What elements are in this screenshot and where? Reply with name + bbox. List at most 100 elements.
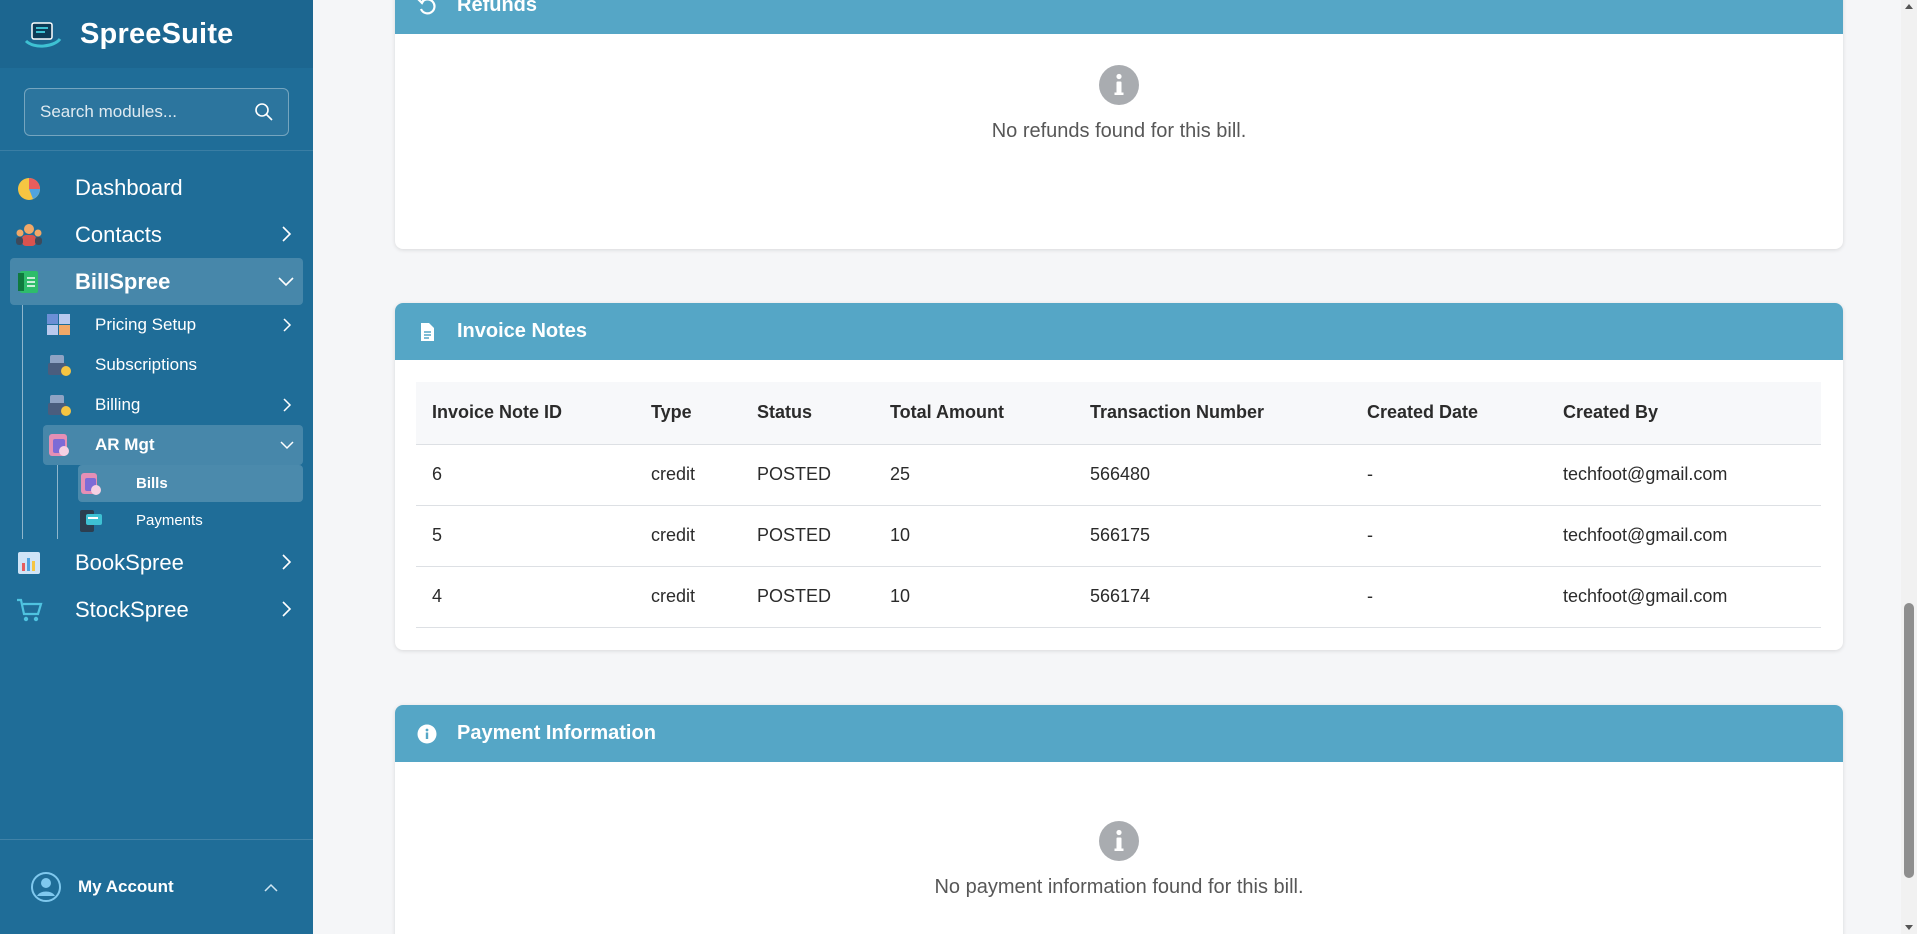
account-label: My Account (78, 877, 174, 896)
chevron-right-icon[interactable] (279, 317, 295, 333)
bookkeeping-icon (14, 548, 44, 578)
pie-chart-icon (14, 173, 44, 203)
info-icon (1099, 65, 1139, 105)
nav-item-contacts[interactable]: Contacts (10, 211, 303, 258)
column-header[interactable]: Type (635, 382, 741, 445)
nav-item-dashboard[interactable]: Dashboard (10, 164, 303, 211)
invoice-notes-card: Invoice Notes Invoice Note ID Type Statu… (395, 303, 1843, 650)
shopping-cart-icon (14, 595, 44, 625)
nav-label: StockSpree (75, 596, 189, 622)
brand[interactable]: SpreeSuite (0, 0, 313, 68)
user-avatar-icon (31, 872, 61, 902)
cell-total-amount: 10 (874, 566, 1074, 628)
nav-item-stockspree[interactable]: StockSpree (10, 586, 303, 633)
table-row[interactable]: 4 credit POSTED 10 566174 - techfoot@gma… (416, 566, 1821, 628)
chevron-right-icon[interactable] (277, 225, 295, 243)
ar-mgt-submenu: Bills Payments (57, 465, 313, 539)
search-input[interactable] (25, 89, 288, 135)
cell-created-date: - (1351, 444, 1547, 506)
payment-information-empty-message: No payment information found for this bi… (934, 876, 1304, 898)
billing-icon (48, 395, 71, 416)
cell-transaction-number: 566174 (1074, 566, 1351, 628)
refunds-empty-state: No refunds found for this bill. (395, 34, 1843, 143)
nav-item-billspree[interactable]: BillSpree (10, 258, 303, 305)
invoice-notes-table: Invoice Note ID Type Status Total Amount… (416, 382, 1821, 628)
cell-created-date: - (1351, 566, 1547, 628)
my-account[interactable]: My Account (0, 839, 313, 934)
invoice-notes-header: Invoice Notes (395, 303, 1843, 360)
refunds-empty-message: No refunds found for this bill. (991, 120, 1247, 142)
column-header[interactable]: Created By (1547, 382, 1821, 445)
people-icon (14, 220, 44, 250)
invoice-notes-title: Invoice Notes (457, 320, 588, 342)
scrollbar-thumb[interactable] (1904, 603, 1914, 878)
cell-created-date: - (1351, 505, 1547, 567)
search-icon[interactable] (254, 102, 274, 122)
refund-icon (417, 0, 436, 14)
scroll-up-arrow-icon[interactable] (1905, 4, 1913, 9)
nav-label: Contacts (75, 221, 162, 247)
cell-status: POSTED (741, 444, 874, 506)
nav-label: BillSpree (75, 268, 171, 294)
nav-item-billing[interactable]: Billing (43, 385, 303, 425)
cell-status: POSTED (741, 566, 874, 628)
spreadsheet-icon (14, 267, 44, 297)
main-nav: Dashboard Contacts BillSpree Pricing Set… (0, 164, 313, 633)
payments-icon (80, 509, 102, 532)
table-row[interactable]: 5 credit POSTED 10 566175 - techfoot@gma… (416, 505, 1821, 567)
nav-item-bookspree[interactable]: BookSpree (10, 539, 303, 586)
cell-invoice-note-id: 5 (416, 505, 635, 567)
cell-total-amount: 25 (874, 444, 1074, 506)
page-scrollbar[interactable] (1901, 0, 1917, 934)
spreesuite-logo-icon (24, 22, 62, 48)
nav-label: Pricing Setup (95, 315, 197, 334)
chevron-right-icon[interactable] (279, 397, 295, 413)
info-icon (1099, 821, 1139, 861)
refunds-card: Refunds No refunds found for this bill. (395, 0, 1843, 249)
cell-type: credit (635, 505, 741, 567)
column-header[interactable]: Invoice Note ID (416, 382, 635, 445)
table-row[interactable]: 6 credit POSTED 25 566480 - techfoot@gma… (416, 444, 1821, 506)
nav-item-ar-mgt[interactable]: AR Mgt (43, 425, 303, 465)
column-header[interactable]: Created Date (1351, 382, 1547, 445)
payment-information-header: Payment Information (395, 705, 1843, 762)
nav-label: AR Mgt (95, 435, 155, 454)
pricing-grid-icon (47, 314, 70, 335)
column-header[interactable]: Status (741, 382, 874, 445)
chevron-right-icon[interactable] (277, 553, 295, 571)
nav-label: Billing (95, 395, 141, 414)
nav-item-payments[interactable]: Payments (78, 502, 303, 539)
subscriptions-icon (48, 355, 71, 376)
refunds-title: Refunds (457, 0, 537, 16)
payment-information-card: Payment Information No payment informati… (395, 705, 1843, 934)
nav-item-subscriptions[interactable]: Subscriptions (43, 345, 303, 385)
cell-transaction-number: 566480 (1074, 444, 1351, 506)
chevron-up-icon[interactable] (263, 880, 279, 896)
scroll-down-arrow-icon[interactable] (1905, 925, 1913, 930)
column-header[interactable]: Transaction Number (1074, 382, 1351, 445)
cell-created-by: techfoot@gmail.com (1547, 505, 1821, 567)
app-title: SpreeSuite (80, 17, 234, 50)
document-icon (421, 322, 434, 341)
payment-information-empty-state: No payment information found for this bi… (395, 762, 1843, 899)
cell-created-by: techfoot@gmail.com (1547, 444, 1821, 506)
table-header-row: Invoice Note ID Type Status Total Amount… (416, 382, 1821, 445)
nav-item-bills[interactable]: Bills (78, 465, 303, 502)
chevron-down-icon[interactable] (277, 272, 295, 290)
nav-label: Subscriptions (95, 355, 198, 374)
nav-item-pricing-setup[interactable]: Pricing Setup (43, 305, 303, 345)
sidebar: SpreeSuite Dashboard (0, 0, 313, 934)
chevron-right-icon[interactable] (277, 600, 295, 618)
nav-label: Bills (136, 475, 168, 492)
chevron-down-icon[interactable] (279, 437, 295, 453)
ar-management-icon (49, 434, 69, 456)
payment-information-title: Payment Information (457, 722, 656, 744)
cell-invoice-note-id: 6 (416, 444, 635, 506)
info-circle-icon (417, 724, 437, 743)
main-content: Refunds No refunds found for this bill. … (313, 0, 1901, 934)
cell-created-by: techfoot@gmail.com (1547, 566, 1821, 628)
nav-label: BookSpree (75, 549, 184, 575)
column-header[interactable]: Total Amount (874, 382, 1074, 445)
cell-type: credit (635, 444, 741, 506)
cell-status: POSTED (741, 505, 874, 567)
